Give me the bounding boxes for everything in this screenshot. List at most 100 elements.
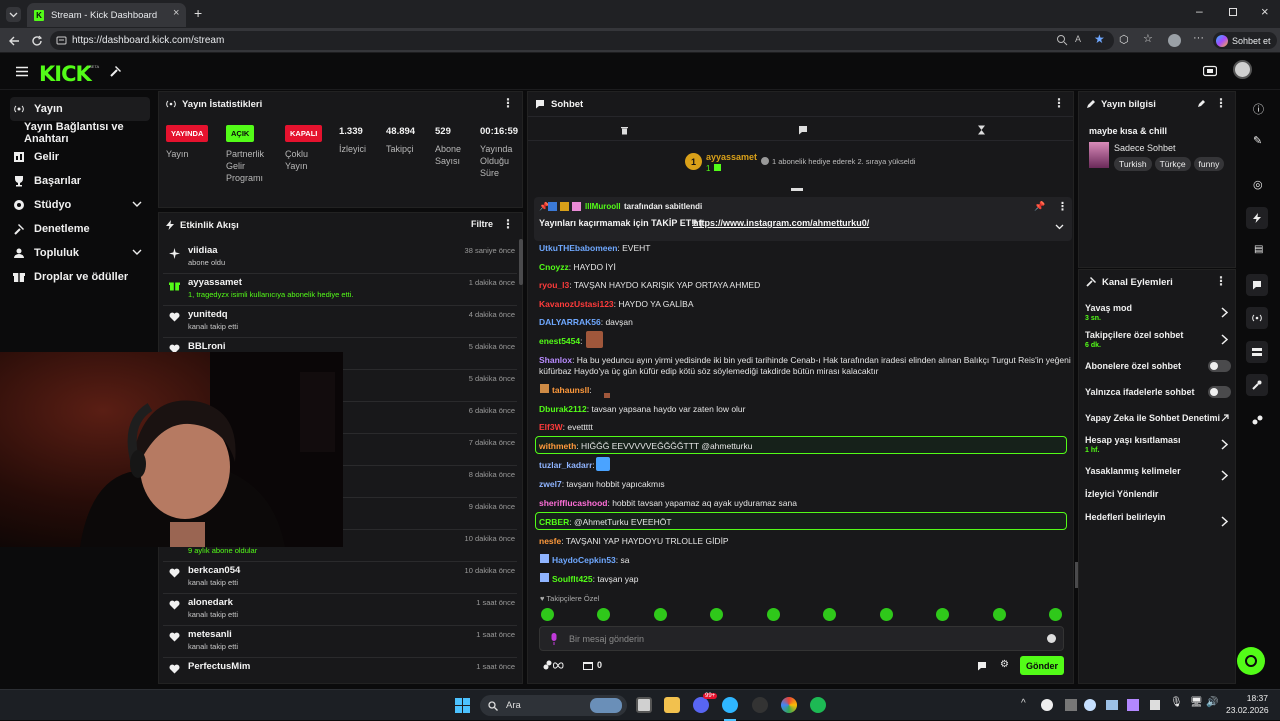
- chat-bubble-icon[interactable]: [977, 661, 987, 671]
- copilot-button[interactable]: Sohbet et: [1213, 32, 1277, 49]
- send-button[interactable]: Gönder: [1020, 656, 1064, 675]
- emote-icon[interactable]: [541, 608, 554, 621]
- new-tab-icon[interactable]: +: [194, 5, 202, 21]
- channel-points-icon[interactable]: [1252, 414, 1264, 426]
- toggle-switch[interactable]: [1208, 386, 1231, 398]
- expand-handle-icon[interactable]: [791, 188, 803, 191]
- taskbar-search[interactable]: Ara: [480, 695, 627, 716]
- chat-username[interactable]: CRBER: [539, 517, 569, 527]
- tray-app-icon[interactable]: [1150, 700, 1160, 710]
- feed-item[interactable]: viidiaa abone oldu 38 saniye önce: [163, 243, 517, 275]
- emote-icon[interactable]: [823, 608, 836, 621]
- hamburger-menu-icon[interactable]: [16, 66, 28, 77]
- favorite-star-icon[interactable]: ★: [1094, 32, 1105, 46]
- chat-username[interactable]: withmeth: [539, 441, 576, 451]
- chat-bubble-icon[interactable]: [798, 125, 808, 135]
- trash-icon[interactable]: [620, 125, 629, 135]
- channel-action-row[interactable]: Abonelere özel sohbet: [1085, 361, 1181, 371]
- more-options-icon[interactable]: ⋮: [1057, 200, 1068, 213]
- windows-start-icon[interactable]: [455, 698, 470, 713]
- chat-username[interactable]: enest5454: [539, 336, 580, 346]
- emote-icon[interactable]: [597, 608, 610, 621]
- chat-username[interactable]: Elf3W: [539, 422, 563, 432]
- chat-username[interactable]: Shanlox: [539, 355, 572, 365]
- tag[interactable]: Turkish: [1114, 157, 1152, 171]
- feed-username[interactable]: berkcan054: [188, 565, 240, 576]
- feed-username[interactable]: PerfectusMim: [188, 661, 250, 672]
- emote-icon[interactable]: [767, 608, 780, 621]
- chat-username[interactable]: zwel7: [539, 479, 562, 489]
- info-icon[interactable]: ⓘ: [1253, 101, 1264, 117]
- url-bar[interactable]: https://dashboard.kick.com/stream A ★: [50, 31, 1114, 50]
- chat-username[interactable]: KavanozUstasi123: [539, 299, 614, 309]
- camera-icon[interactable]: ◎: [1253, 178, 1263, 191]
- task-view-icon[interactable]: [636, 697, 652, 713]
- pencil-icon[interactable]: ✎: [1253, 134, 1262, 147]
- pinned-message[interactable]: 📌 lllMurooll tarafından sabitlendi 📌 ⋮ Y…: [534, 197, 1072, 241]
- chat-username[interactable]: Soulflt425: [552, 574, 593, 584]
- chat-message[interactable]: Cnoyzz: HAYDO İYİ: [539, 262, 616, 272]
- zoom-icon[interactable]: [1056, 34, 1068, 46]
- sidebar-item-moderation[interactable]: Denetleme: [10, 217, 150, 241]
- microphone-icon[interactable]: 🎙: [1170, 697, 1183, 708]
- network-icon[interactable]: 🖥: [1190, 697, 1203, 708]
- emote-icon[interactable]: [880, 608, 893, 621]
- tag[interactable]: Türkçe: [1154, 157, 1191, 171]
- channel-action-row[interactable]: Takipçilere özel sohbet 6 dk.: [1085, 330, 1183, 349]
- chat-username[interactable]: DALYARRAK56: [539, 317, 601, 327]
- chat-message[interactable]: küfürbaz Haydo'ya üç gün küfür edip kötü…: [539, 366, 878, 376]
- clock-time[interactable]: 18:37: [1229, 693, 1268, 703]
- chat-message[interactable]: Soulflt425: tavşan yap: [552, 574, 638, 584]
- feed-username[interactable]: metesanli: [188, 629, 232, 640]
- video-preview-icon[interactable]: [1203, 65, 1217, 77]
- emote-icon[interactable]: [936, 608, 949, 621]
- chat-message[interactable]: HaydoCepkin53: sa: [552, 555, 629, 565]
- toggle-switch[interactable]: [1208, 360, 1231, 372]
- obs-icon[interactable]: [752, 697, 768, 713]
- minimize-icon[interactable]: –: [1196, 4, 1203, 18]
- more-options-icon[interactable]: ⋮: [1215, 97, 1227, 109]
- discord-icon[interactable]: [693, 697, 709, 713]
- sidebar-item-stream-key[interactable]: Yayın Bağlantısı ve Anahtarı: [10, 121, 150, 145]
- more-options-icon[interactable]: ⋮: [1053, 97, 1065, 109]
- gift-box-icon[interactable]: [583, 660, 593, 670]
- feed-item[interactable]: metesanli kanalı takip etti 1 saat önce: [163, 627, 517, 659]
- channel-action-row[interactable]: Yapay Zeka ile Sohbet Denetimi: [1085, 413, 1220, 423]
- more-options-icon[interactable]: ⋮: [1215, 275, 1227, 287]
- chat-message[interactable]: KavanozUstasi123: HAYDO YA GALİBA: [539, 299, 694, 309]
- clock-date[interactable]: 23.02.2026: [1226, 705, 1269, 715]
- chevron-right-icon[interactable]: [1221, 334, 1228, 345]
- emoji-picker-icon[interactable]: [1047, 634, 1056, 643]
- file-explorer-icon[interactable]: [664, 697, 680, 713]
- emote-icon[interactable]: [1049, 608, 1062, 621]
- top-gifter-name[interactable]: ayyassamet: [706, 152, 757, 162]
- chat-message[interactable]: ryou_l3: TAVŞAN HAYDO KARIŞIK YAP ORTAYA…: [539, 280, 760, 290]
- chat-message[interactable]: zwel7: tavşanı hobbit yapıcakmıs: [539, 479, 665, 489]
- chat-message[interactable]: tahaunsll:: [552, 385, 592, 395]
- rail-chat-button[interactable]: [1246, 274, 1268, 296]
- tray-app-icon[interactable]: [1065, 699, 1077, 711]
- filter-button[interactable]: Filtre: [471, 219, 493, 229]
- feed-username[interactable]: yunitedq: [188, 309, 228, 320]
- emote-icon[interactable]: [710, 608, 723, 621]
- sidebar-item-community[interactable]: Topluluk: [10, 241, 150, 265]
- close-window-icon[interactable]: ×: [1261, 4, 1269, 19]
- feed-username[interactable]: BBLroni: [188, 341, 225, 352]
- hourglass-icon[interactable]: [977, 125, 986, 135]
- steam-icon[interactable]: [1106, 700, 1118, 710]
- chrome-icon[interactable]: [781, 697, 797, 713]
- chat-username[interactable]: tuzlar_kadarr: [539, 460, 592, 470]
- chat-username[interactable]: sherifflucashood: [539, 498, 607, 508]
- chat-message[interactable]: withmeth: HIĞĞĞ EEVVVVVEĞĞĞĞTTT @ahmettu…: [539, 441, 752, 451]
- channel-action-row[interactable]: Hedefleri belirleyin: [1085, 512, 1166, 522]
- hammer-icon[interactable]: [109, 65, 122, 78]
- close-tab-icon[interactable]: ×: [173, 7, 179, 19]
- tag[interactable]: funny: [1193, 157, 1225, 171]
- more-options-icon[interactable]: ⋮: [502, 97, 514, 109]
- site-info-icon[interactable]: [56, 35, 67, 46]
- feed-item[interactable]: PerfectusMim 1 saat önce: [163, 659, 517, 691]
- channel-action-row[interactable]: Yasaklanmış kelimeler: [1085, 466, 1181, 476]
- sidebar-item-drops[interactable]: Droplar ve ödüller: [10, 265, 150, 289]
- sidebar-item-gelir[interactable]: Gelir: [10, 145, 150, 169]
- chevron-right-icon[interactable]: [1221, 307, 1228, 318]
